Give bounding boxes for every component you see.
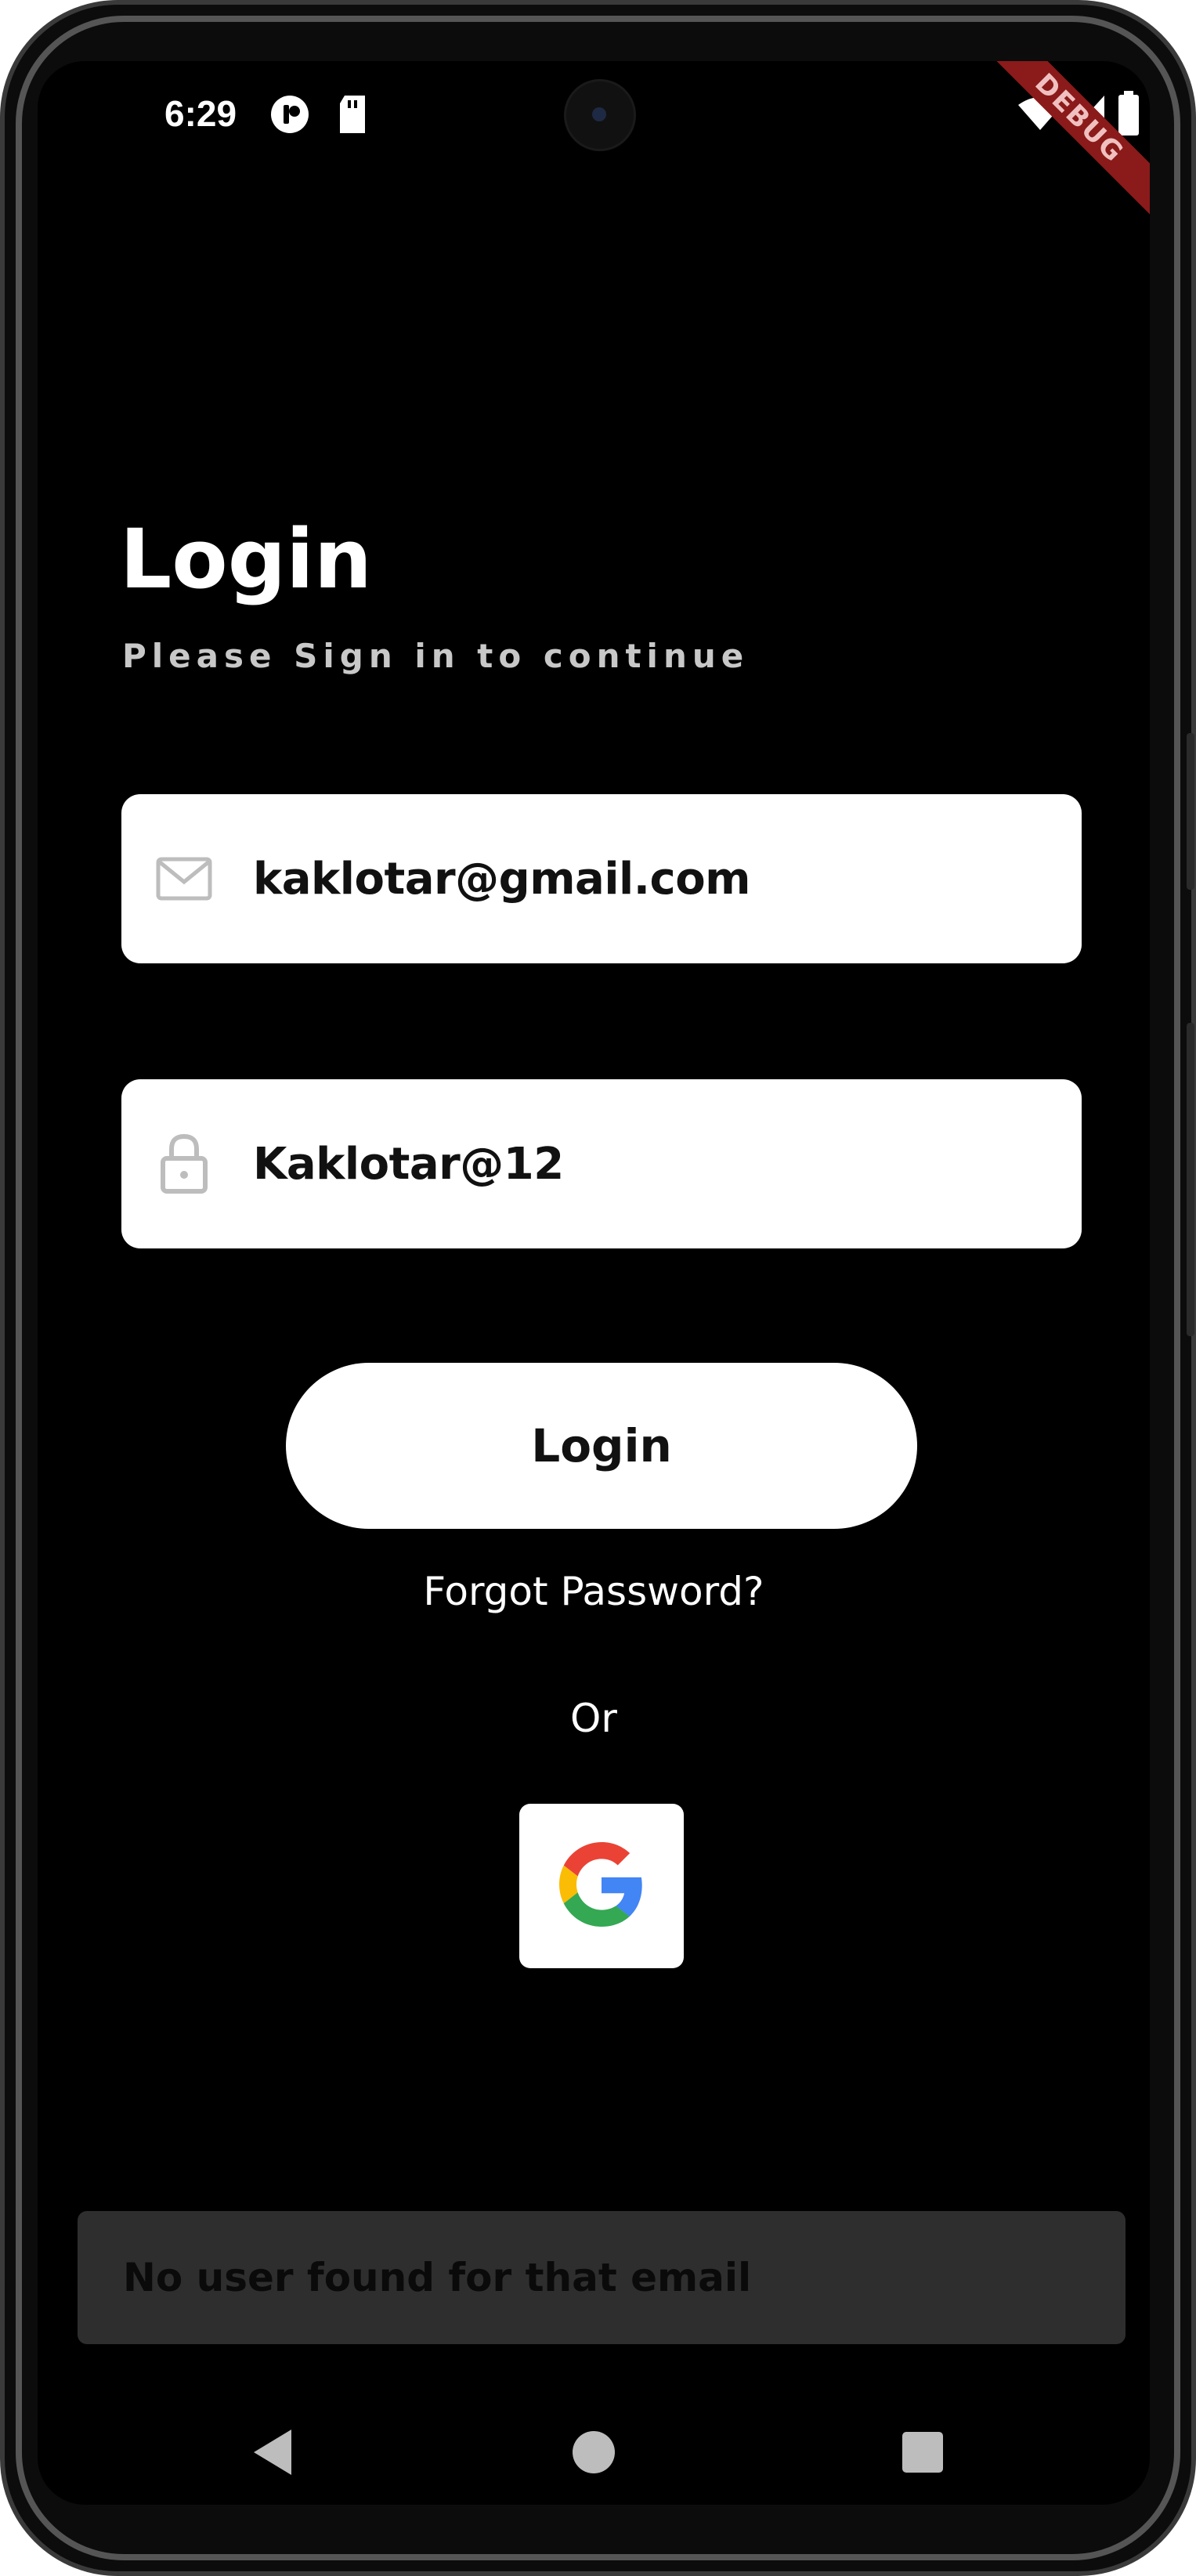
front-camera (566, 81, 634, 149)
home-icon[interactable] (570, 2426, 617, 2482)
password-field[interactable]: Kaklotar@12 (121, 1079, 1082, 1248)
battery-icon (1117, 91, 1140, 140)
login-button[interactable]: Login (286, 1363, 917, 1529)
snackbar-message: No user found for that email (123, 2255, 752, 2300)
password-value: Kaklotar@12 (253, 1138, 564, 1190)
back-icon[interactable] (249, 2426, 296, 2482)
or-divider-label: Or (570, 1696, 617, 1741)
sd-card-icon (337, 94, 368, 139)
power-button (1187, 1023, 1194, 1336)
snackbar: No user found for that email (78, 2211, 1126, 2344)
google-icon (559, 1841, 644, 1931)
status-bar: 6:29 DEBUG (38, 61, 1150, 247)
circle-p-icon (269, 94, 310, 139)
page-subtitle: Please Sign in to continue (122, 637, 750, 675)
navigation-bar (38, 2403, 1150, 2505)
email-field[interactable]: kaklotar@gmail.com (121, 794, 1082, 963)
lock-icon (154, 1133, 214, 1194)
page-title: Login (120, 511, 372, 607)
mail-icon (154, 849, 214, 909)
email-value: kaklotar@gmail.com (253, 853, 751, 905)
forgot-password-link[interactable]: Forgot Password? (38, 1569, 1150, 1614)
volume-button (1187, 733, 1194, 890)
screen: 6:29 DEBUG Login Please Sign in to conti… (38, 61, 1150, 2505)
phone-frame: 6:29 DEBUG Login Please Sign in to conti… (0, 0, 1196, 2576)
status-time: 6:29 (164, 93, 237, 134)
recents-icon[interactable] (899, 2426, 946, 2482)
google-sign-in-button[interactable] (519, 1804, 684, 1968)
debug-banner: DEBUG (950, 61, 1150, 247)
